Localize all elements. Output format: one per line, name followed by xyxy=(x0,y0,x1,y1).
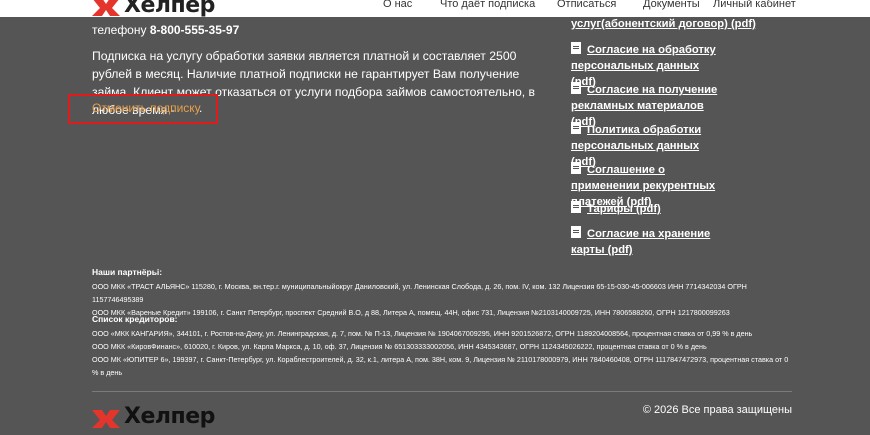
doc-link-service-agreement[interactable]: услуг(абонентский договор) (pdf) xyxy=(571,16,791,32)
doc-title: услуг(абонентский договор) (pdf) xyxy=(571,18,756,30)
pdf-file-icon xyxy=(571,82,581,94)
nav-item-unsubscribe[interactable]: Отписаться xyxy=(557,0,616,10)
phone-prefix: телефону xyxy=(92,23,147,37)
partners-heading: Наши партнёрьі: xyxy=(92,267,163,277)
phone-number[interactable]: 8-800-555-35-97 xyxy=(150,23,239,37)
creditor-item: ООО МКК «КировФинанс», 610020, г. Киров,… xyxy=(92,342,707,351)
nav-item-account[interactable]: Личный кабинет xyxy=(713,0,796,10)
nav-item-subscription-benefits[interactable]: Что даёт подписка xyxy=(440,0,535,10)
footer-logo[interactable]: Хелпер xyxy=(92,404,215,429)
footer-divider xyxy=(92,391,792,392)
doc-title: Тарифы (pdf) xyxy=(587,203,661,215)
cancel-suffix: . xyxy=(199,101,203,115)
copyright-text: © 2026 Все права защищены xyxy=(642,404,792,416)
creditors-section: Список кредиторов: ООО «МКК КАНГАРИЯ», 3… xyxy=(92,313,792,379)
creditor-item: ООО «МКК КАНГАРИЯ», 344101, г. Ростов-на… xyxy=(92,329,753,338)
pdf-file-icon xyxy=(571,42,581,54)
doc-title: Согласие на хранение карты (pdf) xyxy=(571,228,711,256)
cancel-subscription-link[interactable]: Отменить подписку xyxy=(92,101,201,115)
pdf-file-icon xyxy=(571,122,581,134)
pdf-file-icon xyxy=(571,162,581,174)
doc-link-tariffs[interactable]: Тарифы (pdf) xyxy=(571,201,731,217)
pdf-file-icon xyxy=(571,201,581,213)
nav-item-about[interactable]: О нас xyxy=(383,0,412,10)
main-nav: О нас Что даёт подписка Отписаться Докум… xyxy=(0,0,870,12)
pdf-file-icon xyxy=(571,226,581,238)
creditors-heading: Список кредиторов: xyxy=(92,314,178,324)
creditor-item: ООО МК «ЮПИТЕР 6», 199397, г. Санкт-Пете… xyxy=(92,355,789,377)
partner-item: ООО МКК «ТРАСТ АЛЬЯНС» 115280, г. Москва… xyxy=(92,282,747,304)
logo-mark-icon xyxy=(92,409,120,428)
doc-link-card-storage[interactable]: Согласие на хранение карты (pdf) xyxy=(571,226,746,258)
partners-section: Наши партнёрьі: ООО МКК «ТРАСТ АЛЬЯНС» 1… xyxy=(92,266,792,319)
nav-item-documents[interactable]: Документы xyxy=(643,0,700,10)
logo-text: Хелпер xyxy=(124,404,215,429)
contact-phone: телефону 8-800-555-35-97 xyxy=(92,23,239,37)
